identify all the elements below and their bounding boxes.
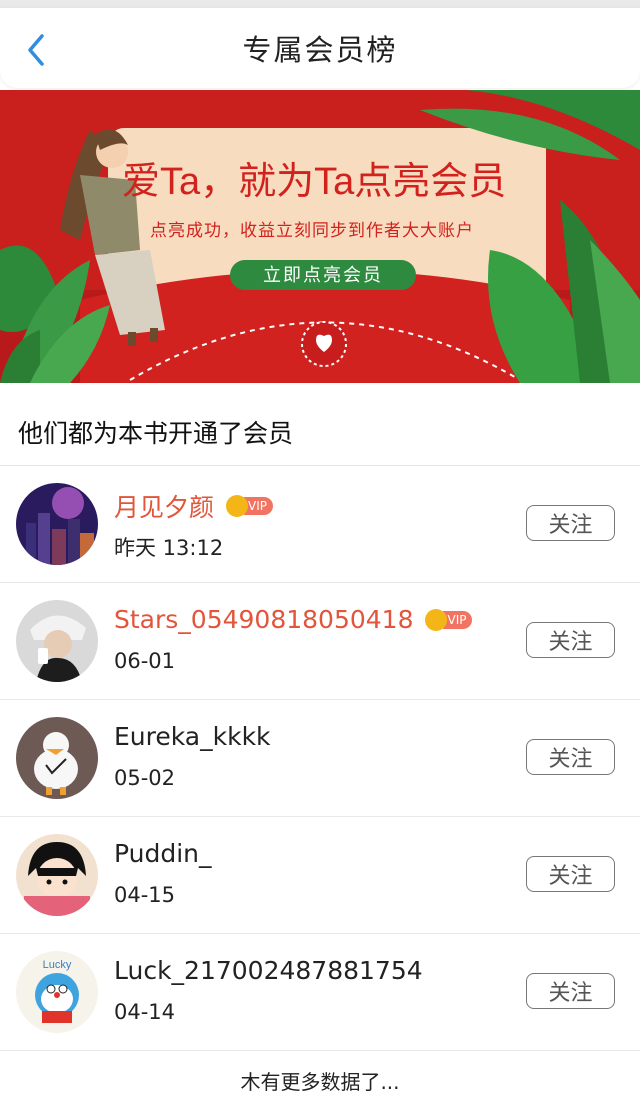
banner-cta-label: 立即点亮会员 xyxy=(263,265,383,285)
no-more-data-text: 木有更多数据了... xyxy=(240,1070,400,1094)
member-name-row: Stars_05490818050418 VIP xyxy=(114,605,473,634)
vip-label: VIP xyxy=(443,610,473,629)
nav-bar: 专属会员榜 xyxy=(0,8,640,88)
member-name[interactable]: Eureka_kkkk xyxy=(114,722,271,751)
banner-headline: 爱Ta，就为Ta点亮会员 xyxy=(122,161,506,203)
member-name[interactable]: 月见夕颜 xyxy=(114,488,214,524)
follow-button[interactable]: 关注 xyxy=(526,505,615,541)
member-name[interactable]: Luck_217002487881754 xyxy=(114,956,423,985)
avatar[interactable]: Lucky xyxy=(16,951,98,1033)
member-name[interactable]: Puddin_ xyxy=(114,839,212,868)
member-name-row: Eureka_kkkk xyxy=(114,722,271,751)
page-title: 专属会员榜 xyxy=(242,33,398,67)
follow-button[interactable]: 关注 xyxy=(526,739,615,775)
avatar-text: Lucky xyxy=(43,959,72,971)
follow-button[interactable]: 关注 xyxy=(526,973,615,1009)
member-date: 06-01 xyxy=(114,649,176,673)
status-bar xyxy=(0,0,640,8)
member-name-row: 月见夕颜 VIP xyxy=(114,488,273,524)
member-name-row: Luck_217002487881754 xyxy=(114,956,423,985)
follow-button[interactable]: 关注 xyxy=(526,856,615,892)
list-item[interactable]: Eureka_kkkk 05-02 关注 xyxy=(0,700,640,817)
back-button[interactable] xyxy=(18,30,58,70)
member-date: 昨天 13:12 xyxy=(114,536,224,560)
list-item[interactable]: Lucky Luck_217002487881754 04-14 关注 xyxy=(0,934,640,1051)
section-title: 他们都为本书开通了会员 xyxy=(18,419,294,448)
list-item[interactable]: 月见夕颜 VIP 昨天 13:12 关注 xyxy=(0,466,640,583)
vip-label: VIP xyxy=(244,497,273,515)
avatar[interactable] xyxy=(16,600,98,682)
member-list: 月见夕颜 VIP 昨天 13:12 关注 Stars_0549081805041… xyxy=(0,466,640,1051)
list-item[interactable]: Stars_05490818050418 VIP 06-01 关注 xyxy=(0,583,640,700)
crown-icon xyxy=(226,495,249,517)
chevron-left-icon xyxy=(28,34,44,66)
avatar[interactable] xyxy=(16,717,98,799)
promo-banner[interactable]: 爱Ta，就为Ta点亮会员 点亮成功，收益立刻同步到作者大大账户 立即点亮会员 xyxy=(0,90,640,383)
vip-badge: VIP xyxy=(226,495,273,517)
banner-subline: 点亮成功，收益立刻同步到作者大大账户 xyxy=(150,221,474,240)
avatar[interactable] xyxy=(16,483,98,565)
member-name[interactable]: Stars_05490818050418 xyxy=(114,605,413,634)
avatar[interactable] xyxy=(16,834,98,916)
crown-icon xyxy=(425,608,448,631)
member-date: 04-14 xyxy=(114,1000,176,1024)
follow-button[interactable]: 关注 xyxy=(526,622,615,658)
member-date: 04-15 xyxy=(114,883,176,907)
vip-badge: VIP xyxy=(425,608,473,631)
member-date: 05-02 xyxy=(114,766,176,790)
member-name-row: Puddin_ xyxy=(114,839,212,868)
list-item[interactable]: Puddin_ 04-15 关注 xyxy=(0,817,640,934)
